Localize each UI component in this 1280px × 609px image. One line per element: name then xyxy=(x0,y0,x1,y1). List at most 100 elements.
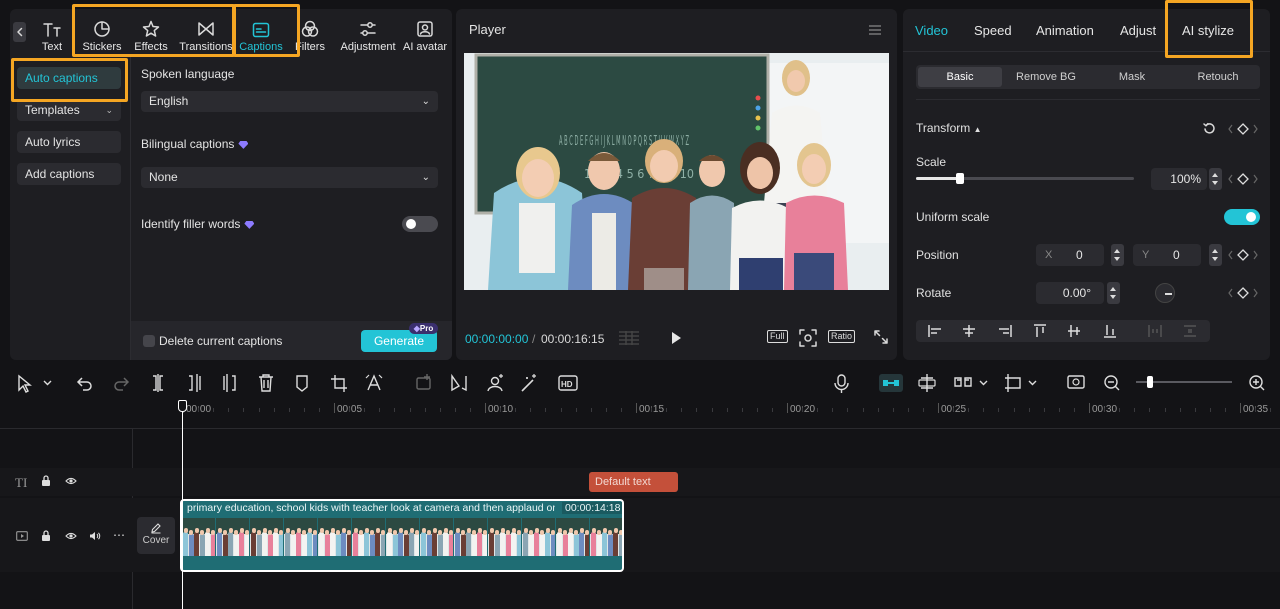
more-icon[interactable]: ⋯ xyxy=(113,528,125,542)
eye-icon[interactable] xyxy=(65,477,77,485)
align-center-v-icon[interactable] xyxy=(1068,325,1080,337)
scale-slider[interactable] xyxy=(916,173,1134,184)
fullscreen-button[interactable] xyxy=(874,330,888,344)
rotate-stepper[interactable] xyxy=(1107,282,1120,304)
spoken-language-select[interactable]: English ⌄ xyxy=(141,91,438,112)
caret-up-icon: ▲ xyxy=(973,125,982,134)
nav-auto-lyrics[interactable]: Auto lyrics xyxy=(17,131,121,153)
magic-wand-icon[interactable] xyxy=(521,374,536,392)
video-clip[interactable]: primary education, school kids with teac… xyxy=(180,499,624,572)
ruler-minor-tick xyxy=(1013,408,1015,412)
align-left-icon[interactable] xyxy=(928,325,941,337)
ratio-button[interactable]: Ratio xyxy=(828,330,856,343)
cover-button[interactable]: Cover xyxy=(137,517,175,554)
position-x-stepper[interactable] xyxy=(1111,244,1124,266)
filler-words-toggle[interactable] xyxy=(402,216,438,232)
filters-icon xyxy=(301,20,319,37)
tab-speed[interactable]: Speed xyxy=(974,23,1012,38)
lock-icon[interactable] xyxy=(41,530,51,542)
toggle-knob xyxy=(406,219,416,229)
tab-ai-avatar[interactable]: AI avatar xyxy=(402,13,448,53)
mirror-icon[interactable] xyxy=(451,373,467,392)
ruler-minor-tick xyxy=(439,408,441,412)
playhead-handle[interactable] xyxy=(178,400,187,412)
video-preview[interactable]: A B C D E F G H I J K L M N O P Q R S T … xyxy=(464,53,889,290)
bilingual-captions-select[interactable]: None ⌄ xyxy=(141,167,438,188)
scale-input[interactable]: 100% xyxy=(1151,168,1207,190)
zoom-out-icon[interactable] xyxy=(1104,375,1120,391)
ai-person-icon[interactable] xyxy=(487,374,503,392)
fit-frame-button[interactable] xyxy=(799,329,817,347)
subtab-remove-bg[interactable]: Remove BG xyxy=(1004,67,1088,87)
rotate-dial[interactable] xyxy=(1155,283,1175,303)
position-y-input[interactable]: Y 0 xyxy=(1133,244,1201,266)
play-button[interactable] xyxy=(669,330,683,346)
keyframe-icon[interactable] xyxy=(1228,122,1258,136)
menu-icon[interactable] xyxy=(868,24,882,36)
uniform-scale-toggle[interactable] xyxy=(1224,209,1260,225)
tab-filters[interactable]: Filters xyxy=(292,13,328,53)
full-quality-button[interactable]: Full xyxy=(767,330,788,343)
tab-adjust[interactable]: Adjust xyxy=(1120,23,1156,38)
tab-transitions[interactable]: Transitions xyxy=(178,13,234,53)
preview-axis-icon[interactable] xyxy=(1005,374,1037,392)
subtab-basic[interactable]: Basic xyxy=(918,67,1002,87)
delete-icon[interactable] xyxy=(259,374,273,392)
microphone-icon[interactable] xyxy=(834,374,849,393)
tab-video[interactable]: Video xyxy=(915,23,948,38)
zoom-fit-icon[interactable] xyxy=(1067,375,1085,389)
scale-slider-handle[interactable] xyxy=(955,173,964,184)
playhead[interactable] xyxy=(182,410,183,609)
eye-icon[interactable] xyxy=(65,532,77,540)
marker-icon[interactable] xyxy=(296,375,308,392)
zoom-slider[interactable] xyxy=(1136,376,1232,388)
scale-stepper[interactable] xyxy=(1209,168,1222,190)
align-bottom-icon[interactable] xyxy=(1104,325,1116,338)
volume-icon[interactable] xyxy=(89,531,101,541)
bilingual-captions-value: None xyxy=(149,170,178,184)
split-icon[interactable] xyxy=(153,374,163,392)
nav-auto-captions[interactable]: Auto captions xyxy=(17,67,121,89)
auto-snap-icon[interactable] xyxy=(918,374,936,392)
align-right-icon[interactable] xyxy=(999,325,1012,337)
select-tool-icon[interactable] xyxy=(18,374,52,393)
nav-add-captions[interactable]: Add captions xyxy=(17,163,121,185)
hd-icon[interactable]: HD xyxy=(558,375,578,391)
split-right-icon[interactable] xyxy=(223,374,236,392)
keyframe-icon[interactable] xyxy=(1228,248,1258,262)
position-y-stepper[interactable] xyxy=(1209,244,1222,266)
position-x-input[interactable]: X 0 xyxy=(1036,244,1104,266)
tab-captions[interactable]: Captions xyxy=(237,13,285,53)
undo-icon[interactable] xyxy=(76,377,92,391)
zoom-in-icon[interactable] xyxy=(1249,375,1265,391)
tab-text[interactable]: Text xyxy=(37,13,67,53)
tab-ai-stylize[interactable]: AI stylize xyxy=(1182,23,1234,38)
zoom-slider-handle[interactable] xyxy=(1147,376,1154,388)
tab-adjustment[interactable]: Adjustment xyxy=(338,13,398,53)
align-top-icon[interactable] xyxy=(1034,324,1046,337)
crop-icon[interactable] xyxy=(331,375,347,392)
rotate-input[interactable]: 0.00° xyxy=(1036,282,1104,304)
keyframe-icon[interactable] xyxy=(1228,172,1258,186)
subtab-retouch[interactable]: Retouch xyxy=(1176,67,1260,87)
collapse-button[interactable] xyxy=(13,22,26,42)
ruler-minor-tick xyxy=(349,408,351,412)
reset-button[interactable] xyxy=(1203,122,1216,135)
split-left-icon[interactable] xyxy=(189,374,201,392)
align-center-h-icon[interactable] xyxy=(963,325,975,337)
tab-stickers[interactable]: Stickers xyxy=(80,13,124,53)
tab-effects[interactable]: Effects xyxy=(132,13,170,53)
nav-templates[interactable]: Templates ⌄ xyxy=(17,99,121,121)
delete-captions-checkbox[interactable] xyxy=(143,335,155,347)
text-clip[interactable]: Default text xyxy=(589,472,678,492)
keyframe-icon[interactable] xyxy=(1228,286,1258,300)
subtab-mask[interactable]: Mask xyxy=(1090,67,1174,87)
tab-animation[interactable]: Animation xyxy=(1036,23,1094,38)
timecode-separator: / xyxy=(532,332,536,346)
lock-icon[interactable] xyxy=(41,475,51,487)
transform-header[interactable]: Transform ▲ xyxy=(916,121,982,135)
link-icon[interactable] xyxy=(954,377,988,387)
time-ruler[interactable]: 00:0000:0500:1000:1500:2000:2500:3000:35 xyxy=(183,400,1280,418)
main-track-magnet-icon[interactable] xyxy=(879,374,903,392)
auto-reframe-icon[interactable] xyxy=(365,374,383,391)
